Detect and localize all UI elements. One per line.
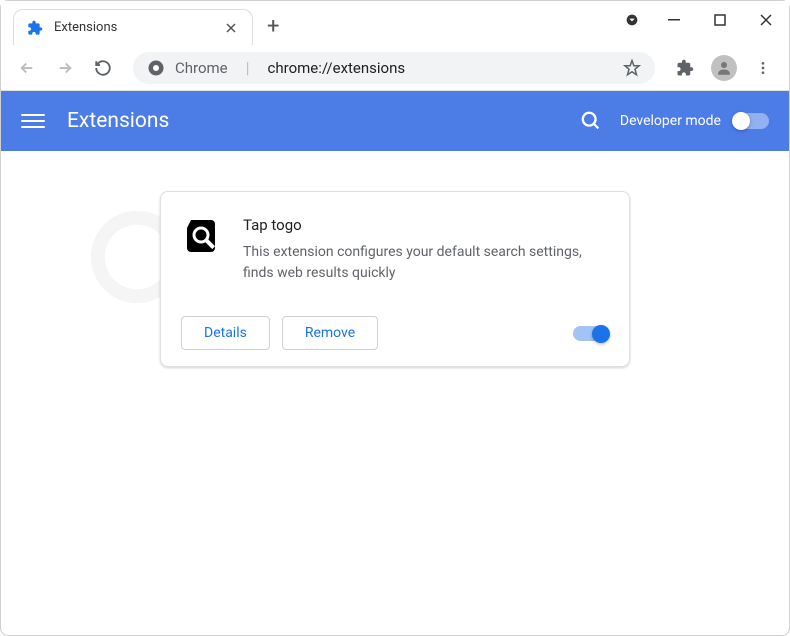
extensions-header: Extensions Developer mode	[1, 91, 789, 151]
extension-enable-toggle[interactable]	[573, 326, 609, 341]
browser-toolbar: Chrome | chrome://extensions	[1, 45, 789, 91]
url-scheme: Chrome	[175, 59, 228, 77]
close-button[interactable]	[743, 1, 789, 39]
extensions-icon[interactable]	[669, 52, 701, 84]
new-tab-button[interactable]: +	[267, 14, 279, 39]
developer-mode-toggle[interactable]	[733, 113, 769, 129]
page-title: Extensions	[67, 109, 580, 133]
menu-icon[interactable]	[21, 109, 45, 133]
extension-description: This extension configures your default s…	[243, 242, 607, 284]
forward-button[interactable]	[49, 52, 81, 84]
window-controls	[613, 1, 789, 39]
browser-tab[interactable]: Extensions	[13, 9, 253, 45]
maximize-button[interactable]	[697, 1, 743, 39]
extension-name: Tap togo	[243, 216, 607, 234]
remove-button[interactable]: Remove	[282, 316, 378, 350]
toggle-knob	[732, 112, 750, 130]
address-bar[interactable]: Chrome | chrome://extensions	[133, 52, 655, 84]
toggle-knob	[592, 325, 610, 343]
menu-button[interactable]	[747, 52, 779, 84]
puzzle-icon	[26, 19, 44, 37]
back-button[interactable]	[11, 52, 43, 84]
details-button[interactable]: Details	[181, 316, 270, 350]
chrome-icon	[147, 59, 165, 77]
reload-button[interactable]	[87, 52, 119, 84]
star-icon[interactable]	[623, 59, 641, 77]
window-titlebar: Extensions +	[1, 1, 789, 45]
tab-close-button[interactable]	[222, 19, 240, 37]
search-icon[interactable]	[580, 110, 602, 132]
extensions-list: Tap togo This extension configures your …	[1, 151, 789, 407]
profile-avatar[interactable]	[711, 55, 737, 81]
extension-icon	[183, 216, 223, 256]
url-path: chrome://extensions	[268, 59, 406, 77]
tab-title: Extensions	[54, 20, 212, 35]
extension-card: Tap togo This extension configures your …	[160, 191, 630, 367]
developer-mode-label: Developer mode	[620, 113, 721, 129]
shield-icon[interactable]	[613, 1, 651, 39]
url-separator: |	[246, 58, 250, 77]
minimize-button[interactable]	[651, 1, 697, 39]
